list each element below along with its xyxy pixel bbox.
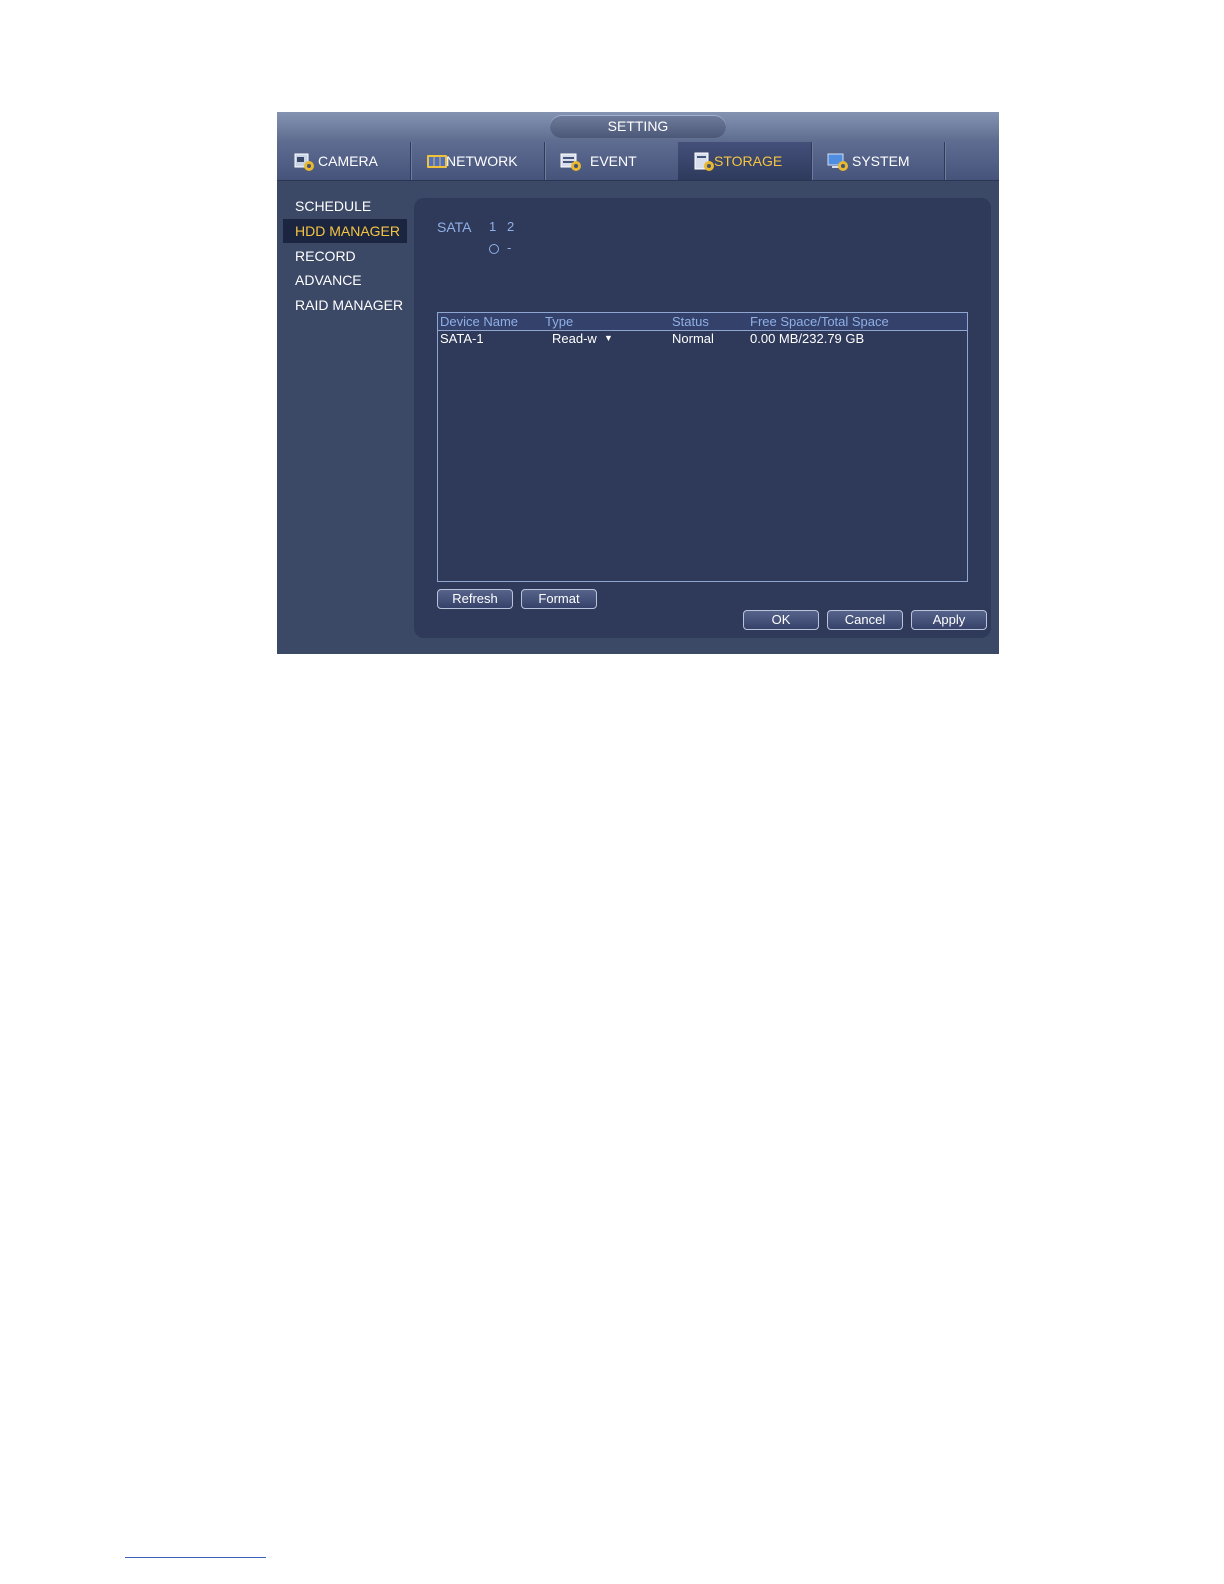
- sidebar: SCHEDULE HDD MANAGER RECORD ADVANCE RAID…: [277, 181, 412, 654]
- column-status: Status: [672, 314, 709, 329]
- column-type: Type: [545, 314, 574, 329]
- sata-port-1-status-icon: [489, 244, 499, 254]
- footer-rule: [125, 1557, 266, 1558]
- refresh-button[interactable]: Refresh: [437, 589, 513, 609]
- cell-status: Normal: [672, 331, 714, 346]
- sata-port-1: 1: [489, 219, 497, 234]
- chevron-down-icon[interactable]: ▼: [604, 331, 613, 345]
- sata-port-2-status: -: [507, 240, 512, 255]
- tab-system[interactable]: SYSTEM: [811, 142, 945, 180]
- ok-button[interactable]: OK: [743, 610, 819, 630]
- storage-gear-icon: [694, 152, 714, 171]
- cell-device-name: SATA-1: [440, 331, 484, 346]
- settings-window: SETTING CAMERA NETWORK EVENT STORAGE SYS…: [277, 112, 999, 654]
- apply-button[interactable]: Apply: [911, 610, 987, 630]
- hdd-table: Device Name Type Status Free Space/Total…: [437, 312, 968, 582]
- tab-network[interactable]: NETWORK: [411, 142, 545, 180]
- tab-camera-label: CAMERA: [318, 153, 378, 169]
- tab-storage-label: STORAGE: [714, 153, 783, 169]
- network-icon: [427, 155, 447, 168]
- tab-camera[interactable]: CAMERA: [277, 142, 411, 180]
- cancel-button[interactable]: Cancel: [827, 610, 903, 630]
- table-header: Device Name Type Status Free Space/Total…: [438, 313, 967, 331]
- tab-network-label: NETWORK: [446, 153, 518, 169]
- tab-system-label: SYSTEM: [852, 153, 910, 169]
- system-gear-icon: [827, 153, 848, 171]
- tab-bar: CAMERA NETWORK EVENT STORAGE SYSTEM: [277, 142, 999, 181]
- format-button[interactable]: Format: [521, 589, 597, 609]
- hdd-manager-panel: SATA 1 2 - Device Name Type Status Free …: [414, 198, 991, 638]
- sidebar-item-advance[interactable]: ADVANCE: [283, 268, 407, 292]
- window-title: SETTING: [550, 115, 726, 138]
- column-device-name: Device Name: [440, 314, 519, 329]
- event-gear-icon: [560, 153, 581, 171]
- tab-event-label: EVENT: [590, 153, 637, 169]
- column-free-total-space: Free Space/Total Space: [750, 314, 889, 329]
- sidebar-item-record[interactable]: RECORD: [283, 244, 407, 268]
- sidebar-item-hdd-manager[interactable]: HDD MANAGER: [283, 219, 407, 243]
- sata-port-2: 2: [507, 219, 515, 234]
- title-bar: SETTING: [277, 112, 999, 142]
- tab-storage[interactable]: STORAGE: [678, 142, 812, 180]
- sata-label: SATA: [437, 219, 472, 235]
- cell-space: 0.00 MB/232.79 GB: [750, 331, 865, 346]
- type-dropdown[interactable]: Read-w: [552, 330, 597, 347]
- sidebar-item-schedule[interactable]: SCHEDULE: [283, 194, 407, 218]
- sidebar-item-raid-manager[interactable]: RAID MANAGER: [283, 293, 407, 317]
- tab-event[interactable]: EVENT: [545, 142, 679, 180]
- camera-gear-icon: [294, 153, 314, 171]
